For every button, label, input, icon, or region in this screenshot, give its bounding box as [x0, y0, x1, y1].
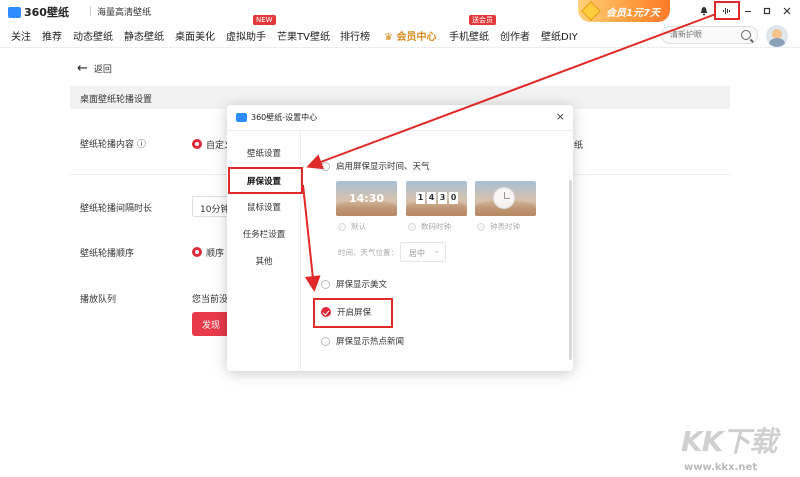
app-slogan: 海量高清壁纸 [97, 8, 152, 18]
search-input[interactable] [670, 30, 740, 39]
interval-value: 10分钟 [200, 205, 230, 215]
interval-select[interactable]: 10分钟 [192, 196, 232, 217]
avatar[interactable] [766, 25, 788, 47]
nav-item-dynamic[interactable]: 动态壁纸 [73, 28, 113, 43]
option-show-news[interactable]: 屏保显示热点新闻 [321, 335, 404, 347]
section-title: 桌面壁纸轮播设置 [80, 95, 153, 105]
position-select[interactable]: 居中 ⌄ [400, 242, 446, 262]
clock-style-analog-option[interactable]: 钟表时钟 [477, 221, 520, 232]
default-clock-time: 14:30 [348, 192, 384, 205]
crown-icon: ♛ [384, 32, 397, 43]
clock-digital-radio[interactable] [408, 222, 416, 231]
interval-label: 壁纸轮播间隔时长 [80, 204, 153, 214]
clock-default-radio[interactable] [338, 222, 346, 231]
nav-item-creator[interactable]: 创作者 [500, 28, 530, 43]
bell-icon[interactable] [696, 3, 712, 19]
sidebar-item-taskbar[interactable]: 任务栏设置 [227, 228, 301, 240]
dialog-scrollbar[interactable] [569, 180, 572, 360]
nav-item-diy[interactable]: 壁纸DIY [541, 28, 578, 43]
clock-analog-label: 钟表时钟 [490, 222, 520, 231]
time-weather-label: 启用屏保显示时间、天气 [336, 162, 430, 172]
back-link[interactable]: ← 返回 [77, 61, 112, 76]
nav-item-mango-tv[interactable]: 芒果TV壁纸 [277, 28, 330, 43]
nav-item-mobile[interactable]: 手机壁纸 [449, 28, 489, 43]
search-box[interactable] [661, 26, 758, 44]
chevron-down-icon: ⌄ [433, 246, 441, 256]
clock-default-label: 默认 [351, 222, 366, 231]
vip-promo-text: 会员1元7天 [606, 7, 660, 19]
app-logo-text: 360壁纸 [24, 6, 69, 19]
option-show-quotes[interactable]: 屏保显示美文 [321, 278, 387, 290]
app-logo[interactable]: 360壁纸 [8, 4, 69, 20]
nav-item-assistant[interactable]: 虚拟助手 [226, 28, 266, 43]
sidebar-item-other[interactable]: 其他 [227, 255, 301, 267]
discover-button-label: 发现 [202, 321, 221, 331]
position-label: 时间、天气位置： [338, 248, 398, 257]
dialog-logo-icon [236, 113, 247, 122]
clock-style-analog-thumb[interactable] [475, 181, 536, 216]
minimize-icon[interactable] [740, 3, 756, 19]
position-value: 居中 [409, 249, 425, 258]
show-news-label: 屏保显示热点新闻 [336, 337, 405, 347]
option-time-weather[interactable]: 启用屏保显示时间、天气 [321, 160, 430, 172]
dialog-title: 360壁纸-设置中心 [251, 113, 318, 122]
title-bar: 360壁纸 海量高清壁纸 会员1元7天 [0, 0, 800, 22]
vip-promo-banner[interactable]: 会员1元7天 [578, 0, 670, 22]
discover-button[interactable]: 发现 [192, 312, 232, 336]
digit: 1 [416, 192, 425, 204]
digital-clock-digits: 1 4 3 0 [416, 192, 458, 204]
nav-item-static[interactable]: 静态壁纸 [124, 28, 164, 43]
time-weather-radio[interactable] [321, 161, 330, 171]
diamond-icon [581, 1, 601, 21]
analog-clock-icon [493, 187, 515, 209]
maximize-icon[interactable] [759, 3, 775, 19]
nav-item-follow[interactable]: 关注 [11, 28, 31, 43]
app-logo-icon [8, 6, 21, 18]
order-radio[interactable] [192, 247, 202, 257]
gift-vip-badge: 送会员 [469, 15, 496, 25]
highlight-box-enable-screensaver [313, 298, 393, 328]
content-right-text: 纸 [574, 141, 584, 151]
queue-text: 您当前没 [192, 295, 229, 305]
back-arrow-icon: ← [77, 61, 88, 76]
clock-digital-label: 数码时钟 [421, 222, 451, 231]
content-label: 壁纸轮播内容 ⓘ [80, 140, 146, 150]
queue-label: 播放队列 [80, 295, 117, 305]
info-icon: ⓘ [136, 140, 146, 150]
nav-item-ranking[interactable]: 排行榜 [340, 28, 370, 43]
digit: 3 [438, 192, 447, 204]
highlight-box-screensaver-tab [228, 167, 303, 194]
dialog-header: 360壁纸-设置中心 × [227, 105, 573, 131]
settings-dialog: 360壁纸-设置中心 × 壁纸设置 屏保设置 鼠标设置 任务栏设置 其他 [227, 105, 573, 371]
highlight-box-voice [714, 1, 740, 20]
digit: 0 [449, 192, 458, 204]
dialog-close-icon[interactable]: × [556, 110, 565, 123]
watermark-logo: KK下载 [681, 425, 777, 458]
nav-item-recommend[interactable]: 推荐 [42, 28, 62, 43]
new-badge: NEW [253, 15, 276, 25]
clock-style-digital-option[interactable]: 数码时钟 [408, 221, 451, 232]
back-label: 返回 [93, 65, 112, 75]
nav-item-beautify[interactable]: 桌面美化 [175, 28, 215, 43]
clock-style-default-thumb[interactable]: 14:30 [336, 181, 397, 216]
order-label: 壁纸轮播顺序 [80, 249, 135, 259]
nav-item-vip-center[interactable]: ♛ 会员中心 [384, 28, 436, 43]
sidebar-item-mouse[interactable]: 鼠标设置 [227, 201, 301, 213]
search-icon[interactable] [741, 30, 751, 40]
clock-style-digital-thumb[interactable]: 1 4 3 0 [406, 181, 467, 216]
digit: 4 [427, 192, 436, 204]
nav-item-vip-label: 会员中心 [396, 32, 437, 43]
show-quotes-radio[interactable] [321, 279, 330, 289]
clock-analog-radio[interactable] [477, 222, 485, 231]
clock-style-default-option[interactable]: 默认 [338, 221, 366, 232]
content-radio[interactable] [192, 139, 202, 149]
show-quotes-label: 屏保显示美文 [336, 280, 388, 290]
show-news-radio[interactable] [321, 336, 330, 346]
close-icon[interactable] [779, 3, 795, 19]
sidebar-item-wallpaper[interactable]: 壁纸设置 [227, 147, 301, 159]
order-value: 顺序 [206, 249, 225, 259]
watermark-url: www.kkx.net [684, 462, 758, 473]
logo-divider [90, 6, 91, 16]
